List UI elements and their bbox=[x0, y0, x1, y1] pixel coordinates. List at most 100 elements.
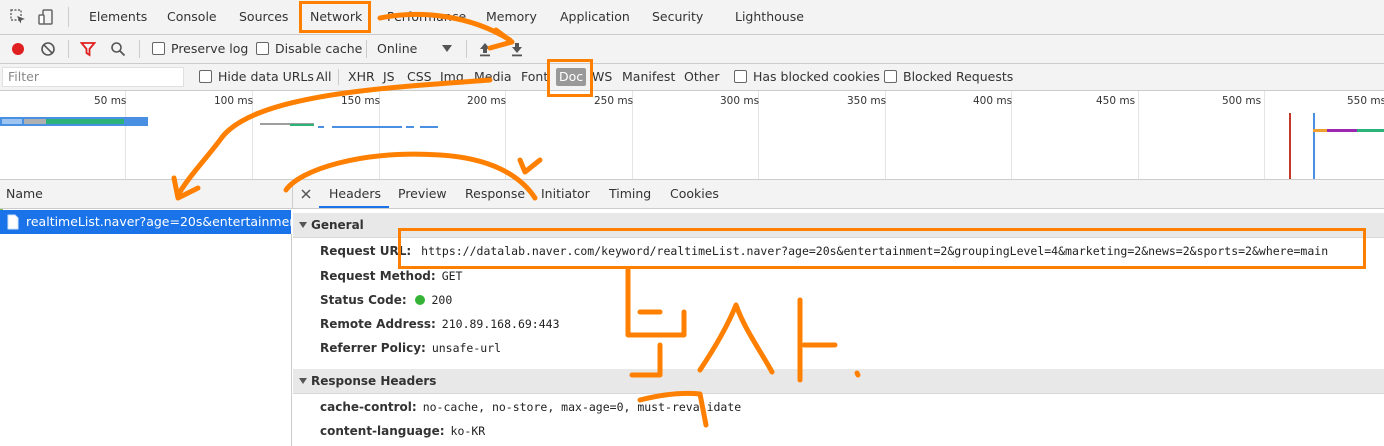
toolbar-separator bbox=[68, 40, 69, 58]
detail-tab-cookies[interactable]: Cookies bbox=[670, 180, 719, 208]
detail-tab-timing[interactable]: Timing bbox=[609, 180, 651, 208]
response-headers-section-header[interactable]: Response Headers bbox=[293, 369, 1384, 394]
status-ok-dot-icon bbox=[415, 295, 426, 305]
disable-cache-label: Disable cache bbox=[275, 41, 363, 56]
has-blocked-cookies-label: Has blocked cookies bbox=[753, 69, 880, 84]
annotation-box-request-url bbox=[398, 228, 1366, 269]
tab-application[interactable]: Application bbox=[560, 0, 630, 34]
grid-line bbox=[1138, 91, 1139, 179]
timeline-tick: 550 ms bbox=[1347, 95, 1384, 107]
filter-icon[interactable] bbox=[80, 41, 96, 57]
timeline-tick: 50 ms bbox=[94, 95, 127, 107]
waterfall-bar bbox=[332, 126, 402, 128]
tab-lighthouse[interactable]: Lighthouse bbox=[735, 0, 804, 34]
document-icon bbox=[7, 214, 19, 230]
export-har-icon[interactable] bbox=[510, 41, 524, 57]
detail-tab-headers[interactable]: Headers bbox=[329, 180, 381, 208]
disable-cache-checkbox[interactable] bbox=[256, 42, 269, 55]
request-method-value: GET bbox=[441, 269, 463, 283]
throttling-select[interactable]: Online bbox=[377, 35, 417, 63]
hide-data-urls-label: Hide data URLs bbox=[218, 69, 314, 84]
timeline-tick: 400 ms bbox=[973, 95, 1013, 107]
detail-tab-response[interactable]: Response bbox=[465, 180, 525, 208]
waterfall-bar bbox=[290, 124, 314, 126]
waterfall-bar-stalled bbox=[24, 119, 46, 124]
tab-memory[interactable]: Memory bbox=[486, 0, 537, 34]
preserve-log-checkbox[interactable] bbox=[152, 42, 165, 55]
clear-icon[interactable] bbox=[40, 41, 56, 57]
filter-separator bbox=[338, 69, 339, 85]
type-filter-js[interactable]: JS bbox=[383, 64, 395, 90]
tab-performance[interactable]: Performance bbox=[387, 0, 466, 34]
tab-elements[interactable]: Elements bbox=[89, 0, 147, 34]
type-filter-media[interactable]: Media bbox=[474, 64, 512, 90]
timeline-tick: 350 ms bbox=[847, 95, 887, 107]
type-filter-css[interactable]: CSS bbox=[407, 64, 432, 90]
grid-line bbox=[1264, 91, 1265, 179]
dropdown-arrow-icon[interactable] bbox=[442, 45, 452, 53]
status-code-value: 200 bbox=[431, 293, 453, 307]
remote-address-row: Remote Address: 210.89.168.69:443 bbox=[320, 314, 560, 334]
annotation-handwriting bbox=[697, 302, 775, 375]
type-filter-all[interactable]: All bbox=[316, 64, 332, 90]
request-list-body bbox=[0, 234, 292, 446]
timeline-tick: 100 ms bbox=[214, 95, 254, 107]
import-har-icon[interactable] bbox=[478, 41, 492, 57]
search-icon[interactable] bbox=[110, 41, 126, 57]
inspect-element-icon[interactable] bbox=[10, 9, 26, 25]
filter-input[interactable]: Filter bbox=[2, 67, 184, 87]
name-column-header[interactable]: Name bbox=[6, 180, 43, 208]
blocked-requests-checkbox[interactable] bbox=[884, 70, 897, 83]
waterfall-bar-queue bbox=[2, 119, 22, 124]
filter-placeholder: Filter bbox=[8, 69, 39, 84]
detail-tab-bar: Headers Preview Response Initiator Timin… bbox=[293, 180, 1384, 209]
type-filter-font[interactable]: Font bbox=[521, 64, 548, 90]
timeline-tick: 450 ms bbox=[1096, 95, 1136, 107]
referrer-policy-row: Referrer Policy: unsafe-url bbox=[320, 338, 501, 358]
timeline-tick: 300 ms bbox=[720, 95, 760, 107]
waterfall-bar-waiting bbox=[46, 119, 124, 124]
record-icon[interactable] bbox=[10, 41, 26, 57]
hide-data-urls-checkbox[interactable] bbox=[199, 70, 212, 83]
general-section-title: General bbox=[311, 218, 364, 232]
has-blocked-cookies-checkbox[interactable] bbox=[734, 70, 747, 83]
cache-control-value: no-cache, no-store, max-age=0, must-reva… bbox=[422, 400, 742, 414]
cache-control-key: cache-control: bbox=[320, 400, 417, 414]
tab-sources[interactable]: Sources bbox=[239, 0, 288, 34]
network-toolbar: Preserve log Disable cache Online bbox=[0, 35, 1384, 64]
device-toolbar-icon[interactable] bbox=[38, 9, 54, 25]
close-icon[interactable] bbox=[301, 189, 311, 199]
type-filter-other[interactable]: Other bbox=[684, 64, 720, 90]
request-method-key: Request Method: bbox=[320, 269, 436, 283]
remote-address-key: Remote Address: bbox=[320, 317, 436, 331]
type-filter-manifest[interactable]: Manifest bbox=[622, 64, 675, 90]
request-row[interactable]: realtimeList.naver?age=20s&entertainmen.… bbox=[0, 210, 309, 234]
timeline-tick: 500 ms bbox=[1222, 95, 1262, 107]
filter-bar: Filter Hide data URLs All XHR JS CSS Img… bbox=[0, 64, 1384, 91]
type-filter-ws[interactable]: WS bbox=[592, 64, 612, 90]
toolbar-separator bbox=[366, 40, 367, 58]
tab-console[interactable]: Console bbox=[167, 0, 217, 34]
status-code-row: Status Code: 200 bbox=[320, 290, 452, 310]
type-filter-img[interactable]: Img bbox=[440, 64, 464, 90]
preserve-log-label: Preserve log bbox=[171, 41, 249, 56]
timeline-tick: 150 ms bbox=[341, 95, 381, 107]
detail-tab-preview[interactable]: Preview bbox=[398, 180, 447, 208]
request-method-row: Request Method: GET bbox=[320, 266, 462, 286]
expand-triangle-icon bbox=[299, 222, 307, 228]
tab-security[interactable]: Security bbox=[652, 0, 703, 34]
dom-content-loaded-line bbox=[1313, 113, 1315, 179]
toolbar-separator bbox=[139, 40, 140, 58]
waterfall-bar bbox=[420, 126, 438, 128]
content-language-key: content-language: bbox=[320, 424, 445, 438]
waterfall-bar bbox=[1327, 129, 1357, 132]
referrer-policy-value: unsafe-url bbox=[431, 341, 502, 355]
detail-tab-initiator[interactable]: Initiator bbox=[541, 180, 590, 208]
status-code-key: Status Code: bbox=[320, 293, 407, 307]
timeline-overview[interactable]: 50 ms 100 ms 150 ms 200 ms 250 ms 300 ms… bbox=[0, 91, 1384, 180]
annotation-box-doc-filter bbox=[547, 59, 593, 97]
content-language-value: ko-KR bbox=[450, 424, 486, 438]
blocked-requests-label: Blocked Requests bbox=[903, 69, 1014, 84]
request-list-header: Name bbox=[0, 180, 293, 209]
type-filter-xhr[interactable]: XHR bbox=[348, 64, 375, 90]
